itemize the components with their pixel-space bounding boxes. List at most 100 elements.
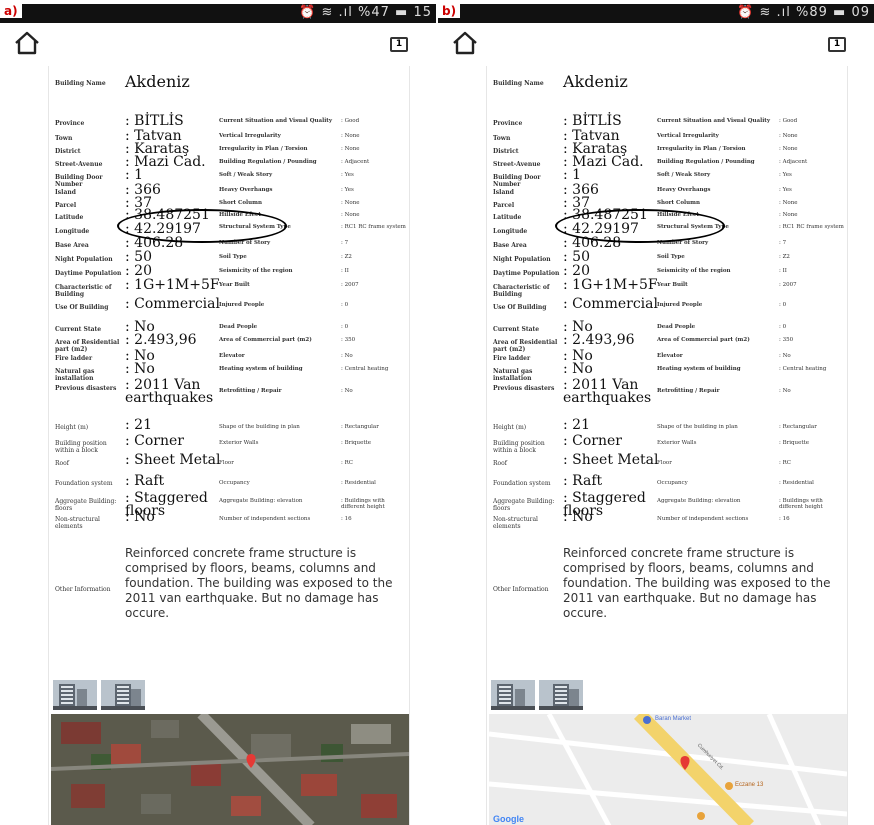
field-label: Heavy Overhangs [219,187,273,193]
satellite-map[interactable] [51,714,409,825]
field-value: : No [125,509,155,525]
field-label: Short Column [219,200,262,206]
field-label: Characteristic of Building [55,284,112,298]
field-value: : 2.493,96 [125,332,197,348]
other-info-text: Reinforced concrete frame structure is c… [125,546,393,620]
field-label: Exterior Walls [219,440,259,446]
coordinates-highlight-ellipse [555,209,725,243]
field-label: Irregularity in Plan / Torsion [657,146,746,152]
field-label: Roof [493,460,507,467]
field-value: : 0 [341,324,349,330]
field-value: : No [341,353,353,359]
building-photo-thumbnail[interactable] [101,680,145,710]
field-label: Daytime Population [55,270,122,277]
status-indicators: ⏰ ≋ .ıl %47 ▬ 15 [299,5,432,20]
field-label: Dead People [657,324,696,330]
field-label: Fire ladder [493,355,531,362]
field-value: : No [779,388,791,394]
tabs-count-icon[interactable]: 1 [390,37,408,52]
field-label: Number of independent sections [219,516,311,522]
status-bar: ⏰ ≋ .ıl %89 ▬ 09 [438,4,874,23]
field-label: Current State [55,326,102,333]
field-label: Foundation system [493,480,551,487]
field-value: : 2011 Van earthquakes [563,377,652,406]
field-value: : No [779,353,791,359]
field-label: Elevator [657,353,683,359]
photo-thumbnails [53,680,149,710]
field-label: Natural gas installation [493,368,533,382]
map-label: Eczane 13 [735,782,764,788]
field-value: : Commercial [563,296,658,312]
field-label: Building Regulation / Pounding [219,159,317,165]
field-value: : Yes [341,187,354,193]
building-photo-thumbnail[interactable] [491,680,535,710]
field-value: : Z2 [341,254,352,260]
field-label: Aggregate Building: elevation [657,498,741,504]
field-value: : 1 [125,167,144,183]
field-label: Island [55,189,76,196]
field-value: : Briquette [779,440,810,446]
field-label: Current Situation and Visual Quality [219,118,333,124]
field-value: : Adjacent [341,159,370,165]
field-label: Heavy Overhangs [657,187,711,193]
field-value: : RC [779,460,791,466]
field-label: Exterior Walls [657,440,697,446]
coordinates-highlight-ellipse [117,209,287,243]
field-label: Occupancy [657,480,688,486]
field-value: : 2011 Van earthquakes [125,377,214,406]
building-photo-thumbnail[interactable] [53,680,97,710]
field-label: Building position within a block [55,440,107,454]
field-label: Street-Avenue [493,161,541,168]
field-value: : RC1 RC frame system [779,224,844,230]
field-label: Base Area [493,242,527,249]
field-value: : Corner [125,433,184,449]
field-label: Short Column [657,200,700,206]
field-value: : Sheet Metal [563,452,659,468]
field-value: : Yes [341,172,354,178]
field-value: : BİTLİS [563,113,622,129]
field-value: : 1 [563,167,582,183]
field-value: : 2007 [779,282,797,288]
field-label: Seismicity of the region [219,268,293,274]
field-label: Longitude [493,228,528,235]
field-label: Night Population [493,256,551,263]
field-label: Soil Type [657,254,685,260]
field-label: Aggregate Building: elevation [219,498,303,504]
field-value: : Yes [779,172,792,178]
field-label: Aggregate Building: floors [55,498,117,512]
field-value: : None [779,212,798,218]
field-label: Previous disasters [493,385,555,392]
field-label: Heating system of building [657,366,741,372]
field-value: : Residential [341,480,376,486]
building-photo-thumbnail[interactable] [539,680,583,710]
tabs-count-icon[interactable]: 1 [828,37,846,52]
field-label: Daytime Population [493,270,560,277]
field-label: Area of Commercial part (m2) [219,337,312,343]
field-value: : 16 [779,516,790,522]
field-value: : No [125,361,155,377]
field-label: Shape of the building in plan [657,424,738,430]
field-label: Heating system of building [219,366,303,372]
field-value: : 21 [563,417,590,433]
panel-label: b) [438,4,461,18]
field-label: Characteristic of Building [493,284,550,298]
field-label: Building position within a block [493,440,545,454]
field-label: Island [493,189,514,196]
road-map[interactable]: Baran Market Eczane 13 Cumhuriyet Cd. Googl… [489,714,847,825]
field-label: Irregularity in Plan / Torsion [219,146,308,152]
field-label: Area of Commercial part (m2) [657,337,750,343]
field-value: : II [341,268,349,274]
building-name-label: Building Name [493,80,544,87]
home-icon[interactable] [452,31,478,55]
field-value: : 350 [341,337,356,343]
field-value: : 20 [125,263,152,279]
field-value: : 0 [341,302,349,308]
field-label: Parcel [493,202,515,209]
field-value: : Good [779,118,798,124]
field-value: : 16 [341,516,352,522]
home-icon[interactable] [14,31,40,55]
field-label: Foundation system [55,480,113,487]
field-label: Building Door Number [55,174,103,188]
field-label: Province [55,120,85,127]
field-label: Soft / Weak Story [657,172,711,178]
